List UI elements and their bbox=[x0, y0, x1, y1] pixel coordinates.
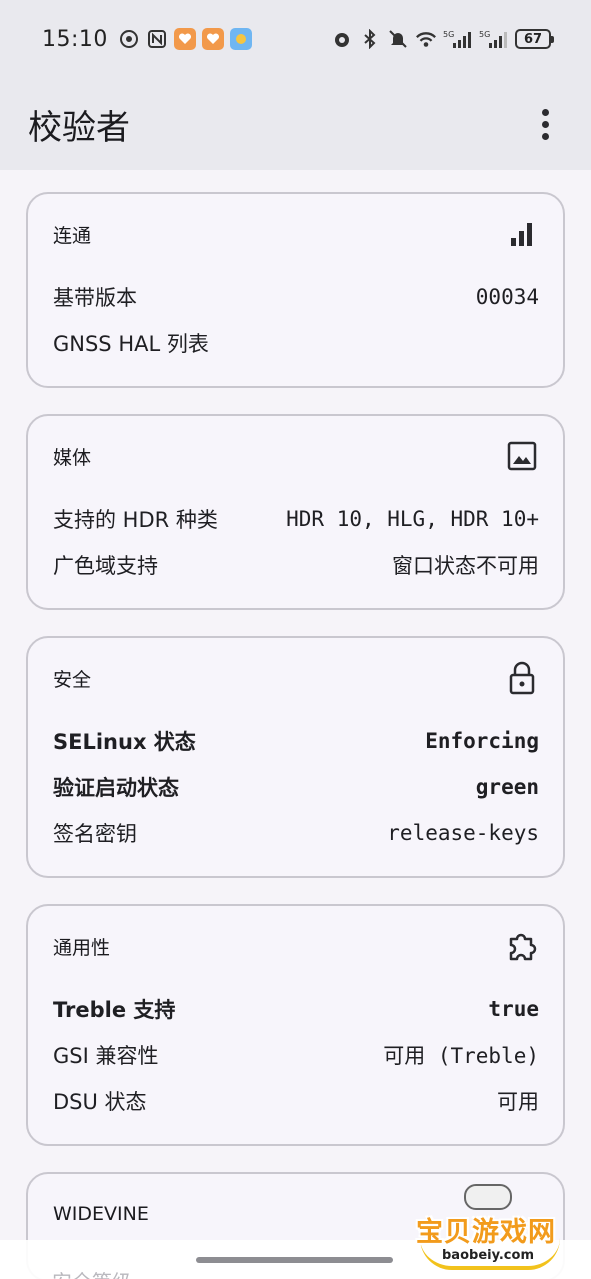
row-value: 可用 bbox=[497, 1090, 539, 1114]
row-label: DSU 状态 bbox=[53, 1090, 147, 1114]
list-item: 签名密钥 release-keys bbox=[53, 810, 539, 856]
card-title: 连通 bbox=[53, 224, 92, 247]
list-item: GNSS HAL 列表 bbox=[53, 320, 539, 366]
puzzle-icon bbox=[505, 929, 539, 963]
list-item: DSU 状态 可用 bbox=[53, 1078, 539, 1124]
row-label: GNSS HAL 列表 bbox=[53, 332, 209, 356]
image-icon bbox=[505, 439, 539, 473]
row-value: 可用 (Treble) bbox=[383, 1044, 539, 1068]
watermark-text: 宝贝游戏网 bbox=[416, 1217, 556, 1248]
bluetooth-icon bbox=[359, 28, 381, 50]
app-bar: 校验者 bbox=[0, 78, 591, 170]
status-system-icons: 5G 5G 67 bbox=[331, 28, 554, 50]
signal-5g-icon: 5G bbox=[479, 28, 509, 50]
widevine-peek-label: 安全等级 bbox=[52, 1266, 132, 1279]
battery-indicator: 67 bbox=[515, 29, 554, 49]
list-item: SELinux 状态 Enforcing bbox=[53, 718, 539, 764]
signal-5g-icon: 5G bbox=[443, 28, 473, 50]
mute-icon bbox=[387, 28, 409, 50]
svg-text:5G: 5G bbox=[443, 30, 454, 39]
card-title: 安全 bbox=[53, 668, 92, 691]
status-notification-icons bbox=[118, 28, 252, 50]
card-title: 媒体 bbox=[53, 446, 92, 469]
status-time: 15:10 bbox=[42, 26, 108, 52]
card-title: WIDEVINE bbox=[53, 1203, 149, 1225]
row-value: release-keys bbox=[387, 821, 539, 845]
list-item: 广色域支持 窗口状态不可用 bbox=[53, 542, 539, 588]
row-value: 00034 bbox=[475, 285, 539, 309]
lock-icon bbox=[505, 661, 539, 695]
row-value: true bbox=[488, 997, 539, 1021]
watermark-logo: 宝贝游戏网 baobeiy.com bbox=[412, 1180, 564, 1276]
row-label: 支持的 HDR 种类 bbox=[53, 508, 218, 532]
weather-icon bbox=[229, 28, 252, 50]
list-item: Treble 支持 true bbox=[53, 986, 539, 1032]
connectivity-card: 连通 基带版本 00034 GNSS HAL 列表 bbox=[26, 192, 565, 388]
list-item: 验证启动状态 green bbox=[53, 764, 539, 810]
row-label: 广色域支持 bbox=[53, 554, 158, 578]
generality-card: 通用性 Treble 支持 true GSI 兼容性 可用 (Treble) D… bbox=[26, 904, 565, 1146]
page-title: 校验者 bbox=[28, 107, 130, 148]
gamepad-icon bbox=[464, 1184, 512, 1210]
app-heart-icon bbox=[201, 28, 224, 50]
media-card: 媒体 支持的 HDR 种类 HDR 10, HLG, HDR 10+ 广色域支持… bbox=[26, 414, 565, 610]
main-content: 连通 基带版本 00034 GNSS HAL 列表 媒体 支持的 HDR 种类 … bbox=[26, 192, 565, 1279]
row-label: Treble 支持 bbox=[53, 998, 176, 1022]
hotspot-icon bbox=[118, 28, 140, 50]
list-item: GSI 兼容性 可用 (Treble) bbox=[53, 1032, 539, 1078]
row-value: green bbox=[475, 775, 539, 799]
gesture-handle[interactable] bbox=[196, 1257, 393, 1263]
row-label: SELinux 状态 bbox=[53, 730, 196, 754]
app-heart-icon bbox=[173, 28, 196, 50]
row-value: Enforcing bbox=[425, 729, 539, 753]
status-bar: 15:10 5G 5G 67 bbox=[0, 0, 591, 78]
row-label: 签名密钥 bbox=[53, 822, 137, 846]
svg-text:5G: 5G bbox=[479, 30, 490, 39]
security-card: 安全 SELinux 状态 Enforcing 验证启动状态 green 签名密… bbox=[26, 636, 565, 878]
list-item: 支持的 HDR 种类 HDR 10, HLG, HDR 10+ bbox=[53, 496, 539, 542]
nfc-icon bbox=[146, 28, 168, 50]
row-label: 基带版本 bbox=[53, 286, 137, 310]
card-title: 通用性 bbox=[53, 936, 111, 959]
list-item: 基带版本 00034 bbox=[53, 274, 539, 320]
row-value: 窗口状态不可用 bbox=[392, 554, 539, 578]
wifi-6-icon bbox=[415, 28, 437, 50]
row-label: 验证启动状态 bbox=[53, 776, 179, 800]
watermark-url: baobeiy.com bbox=[442, 1248, 534, 1263]
alarm-icon bbox=[331, 28, 353, 50]
more-vert-icon[interactable] bbox=[527, 102, 563, 146]
row-label: GSI 兼容性 bbox=[53, 1044, 159, 1068]
signal-bars-icon bbox=[505, 217, 539, 251]
row-value: HDR 10, HLG, HDR 10+ bbox=[286, 507, 539, 531]
